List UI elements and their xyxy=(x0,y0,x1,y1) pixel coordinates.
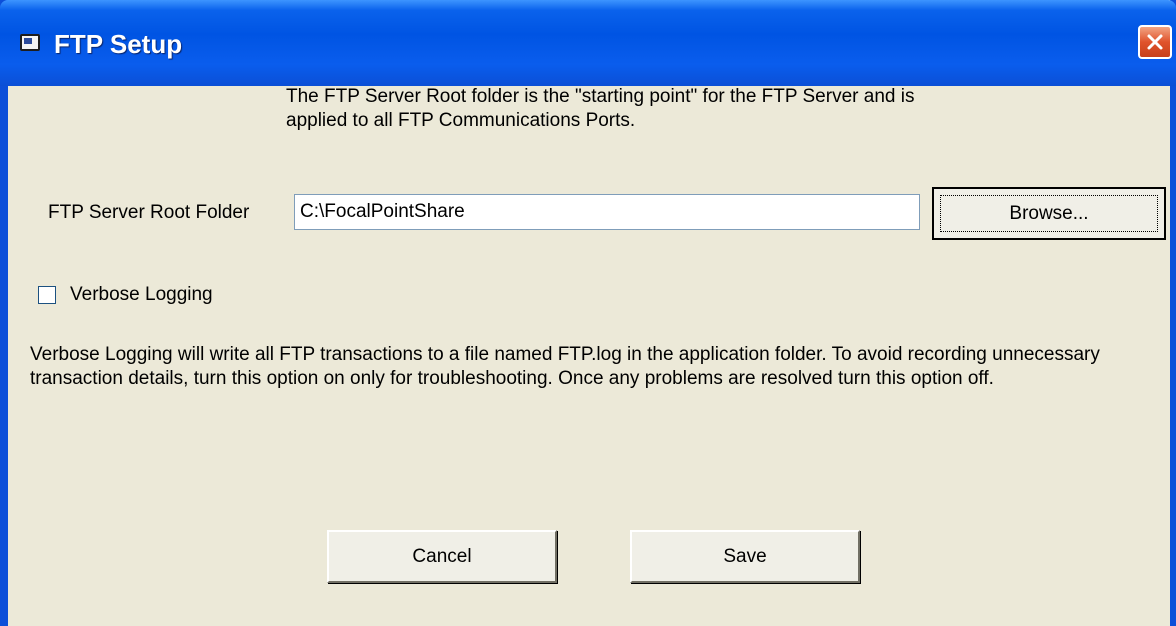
cancel-button[interactable]: Cancel xyxy=(327,530,557,583)
verbose-logging-option[interactable]: Verbose Logging xyxy=(38,284,213,306)
verbose-logging-label: Verbose Logging xyxy=(70,284,213,305)
browse-button[interactable]: Browse... xyxy=(932,187,1166,240)
root-folder-label: FTP Server Root Folder xyxy=(48,202,250,223)
root-folder-input[interactable] xyxy=(294,194,920,230)
browse-button-label: Browse... xyxy=(1009,202,1089,224)
ftp-setup-dialog: FTP Setup The FTP Server Root folder is … xyxy=(0,0,1176,626)
cancel-button-label: Cancel xyxy=(412,545,472,567)
close-button[interactable] xyxy=(1138,25,1172,59)
save-button[interactable]: Save xyxy=(630,530,860,583)
window-app-icon xyxy=(20,34,40,51)
verbose-logging-description: Verbose Logging will write all FTP trans… xyxy=(30,344,1100,389)
title-bar[interactable]: FTP Setup xyxy=(0,0,1176,86)
save-button-label: Save xyxy=(723,545,767,567)
intro-text: The FTP Server Root folder is the "start… xyxy=(286,86,915,131)
close-icon xyxy=(1147,34,1163,50)
verbose-logging-checkbox[interactable] xyxy=(38,286,56,304)
window-title: FTP Setup xyxy=(54,29,183,59)
